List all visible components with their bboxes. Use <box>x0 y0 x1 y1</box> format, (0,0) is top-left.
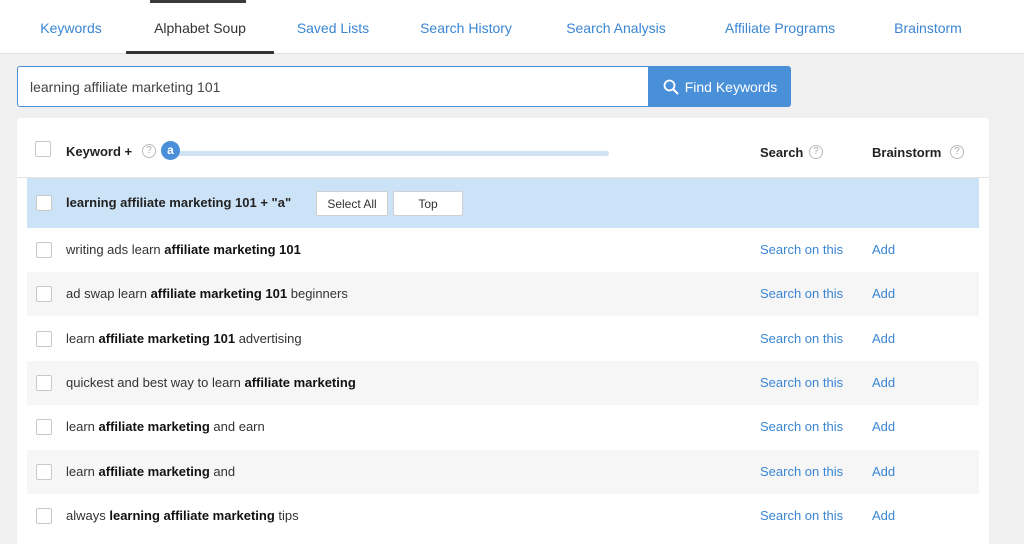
row-checkbox[interactable] <box>36 286 52 303</box>
search-on-this-link[interactable]: Search on this <box>760 464 843 479</box>
search-on-this-link[interactable]: Search on this <box>760 375 843 390</box>
keyword-text: quickest and best way to learn affiliate… <box>66 374 356 390</box>
table-row: ad swap learn affiliate marketing 101 be… <box>27 272 979 317</box>
keyword-text: writing ads learn affiliate marketing 10… <box>66 242 301 257</box>
search-on-this-link[interactable]: Search on this <box>760 286 843 301</box>
keyword-column-header: Keyword + <box>66 144 133 159</box>
row-checkbox[interactable] <box>36 463 52 480</box>
letter-slider-track[interactable] <box>169 151 609 156</box>
add-to-brainstorm-link[interactable]: Add <box>872 286 895 301</box>
table-row: learn affiliate marketing and earn Search… <box>27 405 979 449</box>
top-navigation: Keywords Alphabet Soup Saved Lists Searc… <box>0 0 1024 54</box>
brainstorm-column-header: Brainstorm <box>872 145 942 160</box>
select-all-checkbox[interactable] <box>35 141 51 157</box>
search-on-this-link[interactable]: Search on this <box>760 419 843 434</box>
row-checkbox[interactable] <box>36 330 52 347</box>
keyword-text: ad swap learn affiliate marketing 101 be… <box>66 286 348 302</box>
keyword-help-icon[interactable]: ? <box>142 144 156 158</box>
search-icon <box>663 79 679 94</box>
tab-keywords[interactable]: Keywords <box>20 0 122 54</box>
row-checkbox[interactable] <box>36 242 52 258</box>
find-keywords-button[interactable]: Find Keywords <box>649 66 791 107</box>
find-keywords-label: Find Keywords <box>684 78 778 95</box>
letter-group-row: learning affiliate marketing 101 + "a" S… <box>27 178 979 228</box>
group-label: learning affiliate marketing 101 + "a" <box>66 195 292 210</box>
tab-search-analysis[interactable]: Search Analysis <box>552 0 680 54</box>
table-header: Keyword + ? a Search ? Brainstorm ? <box>17 118 989 178</box>
table-row: learn affiliate marketing and Search on t… <box>27 449 979 494</box>
select-all-button[interactable]: Select All <box>316 191 388 216</box>
add-to-brainstorm-link[interactable]: Add <box>872 508 895 523</box>
search-on-this-link[interactable]: Search on this <box>760 508 843 523</box>
keyword-text: learn affiliate marketing 101 advertisin… <box>66 330 302 346</box>
add-to-brainstorm-link[interactable]: Add <box>872 375 895 390</box>
tab-saved-lists[interactable]: Saved Lists <box>282 0 384 54</box>
add-to-brainstorm-link[interactable]: Add <box>872 464 895 479</box>
tab-affiliate-programs[interactable]: Affiliate Programs <box>706 0 854 54</box>
search-help-icon[interactable]: ? <box>809 145 823 159</box>
top-button[interactable]: Top <box>393 191 463 216</box>
search-column-header: Search <box>760 145 804 160</box>
add-to-brainstorm-link[interactable]: Add <box>872 331 895 346</box>
keyword-search-input[interactable] <box>17 66 649 107</box>
brainstorm-help-icon[interactable]: ? <box>950 145 964 159</box>
keyword-text: learn affiliate marketing and earn <box>66 419 265 435</box>
tab-brainstorm[interactable]: Brainstorm <box>876 0 980 54</box>
add-to-brainstorm-link[interactable]: Add <box>872 242 895 257</box>
table-row: writing ads learn affiliate marketing 10… <box>27 228 979 272</box>
search-on-this-link[interactable]: Search on this <box>760 331 843 346</box>
results-panel: Keyword + ? a Search ? Brainstorm ? lear… <box>17 118 989 544</box>
tab-search-history[interactable]: Search History <box>404 0 528 54</box>
row-checkbox[interactable] <box>36 419 52 436</box>
keyword-text: always learning affiliate marketing tips <box>66 507 299 523</box>
search-on-this-link[interactable]: Search on this <box>760 242 843 257</box>
table-row: quickest and best way to learn affiliate… <box>27 360 979 405</box>
add-to-brainstorm-link[interactable]: Add <box>872 419 895 434</box>
row-checkbox[interactable] <box>36 507 52 524</box>
keyword-text: learn affiliate marketing and <box>66 463 236 479</box>
group-checkbox[interactable] <box>36 195 52 211</box>
tab-alphabet-soup[interactable]: Alphabet Soup <box>126 0 274 54</box>
letter-slider-handle[interactable]: a <box>161 141 180 160</box>
table-row: learn affiliate marketing 101 advertisin… <box>27 317 979 361</box>
row-checkbox[interactable] <box>36 374 52 391</box>
table-row: always learning affiliate marketing tips… <box>27 494 979 538</box>
